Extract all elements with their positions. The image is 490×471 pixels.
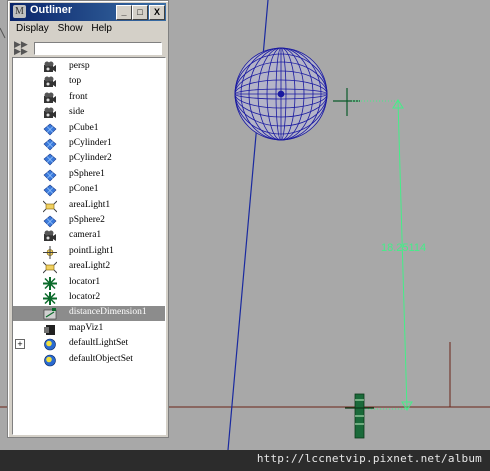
set-icon: [43, 354, 57, 367]
locator-icon: [43, 276, 57, 290]
outliner-title-bar[interactable]: M Outliner _ □ X: [10, 3, 166, 21]
menu-bar: Display Show Help: [10, 23, 166, 39]
outliner-item-pCube1[interactable]: pCube1: [13, 122, 165, 137]
outliner-item-pCylinder2[interactable]: pCylinder2: [13, 152, 165, 167]
area-light-icon: [42, 200, 58, 213]
outliner-item-areaLight2[interactable]: areaLight2: [13, 260, 165, 275]
outliner-item-pSphere1[interactable]: pSphere1: [13, 168, 165, 183]
locator2-marker: [345, 393, 374, 439]
window-title: Outliner: [30, 4, 73, 16]
outliner-item-label: pCylinder1: [69, 138, 112, 148]
locator1-marker: [333, 88, 360, 116]
menu-show[interactable]: Show: [58, 23, 83, 34]
outliner-list[interactable]: persp top front side pCube1 pCylinder1 pCylind…: [12, 57, 166, 435]
filter-arrows-icon[interactable]: ▶▶ ▶▶: [14, 40, 28, 56]
maya-window-icon: M: [13, 5, 26, 18]
area-light-icon: [42, 261, 58, 274]
watermark-text: http://lccnetvip.pixnet.net/album: [256, 452, 482, 465]
expand-toggle-icon[interactable]: +: [15, 339, 25, 350]
outliner-item-label: side: [69, 107, 85, 118]
close-button[interactable]: X: [149, 5, 165, 20]
outliner-item-label: pCone1: [69, 184, 99, 195]
camera-icon: [43, 92, 57, 105]
outliner-item-label: defaultObjectSet: [69, 353, 133, 364]
outliner-item-defaultObjectSet[interactable]: defaultObjectSet: [13, 353, 165, 368]
filter-row: ▶▶ ▶▶: [10, 39, 166, 57]
outliner-item-label: top: [69, 76, 82, 87]
outliner-item-pSphere2[interactable]: pSphere2: [13, 214, 165, 229]
camera-icon: [43, 107, 57, 120]
distance-value-label: 18.25114: [381, 242, 427, 254]
outliner-item-pointLight1[interactable]: pointLight1: [13, 245, 165, 260]
outliner-item-label: areaLight2: [69, 261, 111, 272]
mapviz-icon: [43, 323, 57, 336]
outliner-item-label: persp: [69, 61, 90, 71]
outliner-item-label: camera1: [69, 230, 102, 241]
outliner-item-pCylinder1[interactable]: pCylinder1: [13, 137, 165, 152]
mesh-icon: [43, 184, 57, 197]
minimize-button[interactable]: _: [116, 5, 132, 20]
outliner-item-areaLight1[interactable]: areaLight1: [13, 199, 165, 214]
maximize-button[interactable]: □: [132, 5, 148, 20]
camera-icon: [43, 76, 57, 89]
outliner-item-label: areaLight1: [69, 199, 111, 210]
outliner-item-mapViz1[interactable]: mapViz1: [13, 322, 165, 337]
outliner-item-label: pointLight1: [69, 245, 114, 256]
point-light-icon: [43, 245, 57, 259]
outliner-window: M Outliner _ □ X Display Show Help ▶▶ ▶▶ …: [7, 0, 169, 438]
outliner-item-label: mapViz1: [69, 322, 104, 333]
camera-icon: [43, 61, 57, 74]
outliner-item-pCone1[interactable]: pCone1: [13, 183, 165, 198]
outliner-item-distanceDimension1[interactable]: distanceDimension1: [13, 306, 165, 322]
distance-dimension-icon: [43, 307, 57, 320]
outliner-item-side[interactable]: side: [13, 106, 165, 121]
menu-help[interactable]: Help: [91, 23, 112, 34]
outliner-item-label: pCube1: [69, 122, 99, 133]
mesh-icon: [43, 138, 57, 151]
menu-display[interactable]: Display: [16, 23, 49, 34]
distance-dimension-line: [352, 99, 413, 411]
outliner-item-locator1[interactable]: locator1: [13, 276, 165, 291]
locator-icon: [43, 292, 57, 305]
outliner-item-label: defaultLightSet: [69, 338, 129, 349]
outliner-item-persp[interactable]: persp: [13, 60, 165, 75]
mesh-icon: [43, 169, 57, 182]
outliner-item-camera1[interactable]: camera1: [13, 229, 165, 244]
outliner-item-front[interactable]: front: [13, 91, 165, 106]
outliner-item-label: locator2: [69, 292, 101, 302]
outliner-item-defaultLightSet[interactable]: + defaultLightSet: [13, 337, 165, 352]
outliner-item-label: distanceDimension1: [69, 307, 147, 318]
set-icon: [43, 338, 57, 351]
filter-input[interactable]: [34, 42, 162, 55]
outliner-item-label: front: [69, 91, 88, 102]
outliner-item-locator2[interactable]: locator2: [13, 291, 165, 306]
mesh-icon: [43, 153, 57, 166]
sphere-wireframe: [234, 47, 328, 141]
mesh-icon: [43, 215, 57, 228]
outliner-item-label: pSphere1: [69, 168, 105, 179]
outliner-item-label: locator1: [69, 276, 101, 287]
camera-icon: [43, 230, 57, 243]
outliner-item-top[interactable]: top: [13, 75, 165, 90]
mesh-icon: [43, 123, 57, 136]
outliner-item-label: pCylinder2: [69, 153, 112, 164]
outliner-item-label: pSphere2: [69, 215, 105, 225]
